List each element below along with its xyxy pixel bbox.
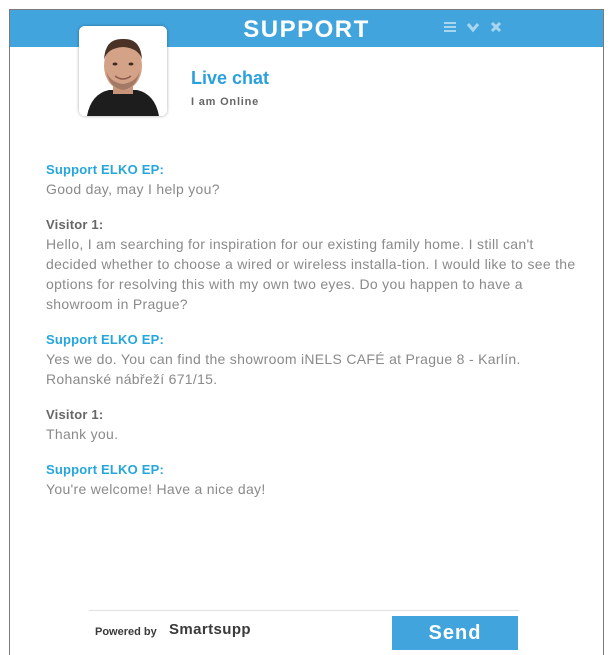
agent-photo (79, 26, 167, 116)
powered-by-label: Powered by (95, 626, 157, 638)
agent-name: Live chat (191, 68, 270, 88)
message: Visitor 1: Hello, I am searching for ins… (46, 216, 576, 314)
footer-divider (89, 610, 519, 611)
message-sender: Support ELKO EP: (46, 462, 165, 477)
message: Support ELKO EP: Yes we do. You can find… (46, 331, 576, 389)
smartsupp-logo[interactable]: Smartsupp (169, 621, 251, 638)
message-sender: Support ELKO EP: (46, 332, 165, 347)
message: Support ELKO EP: Good day, may I help yo… (46, 161, 576, 199)
message-sender: Visitor 1: (46, 217, 104, 232)
message-text: Yes we do. You can find the showroom iNE… (46, 351, 521, 387)
message-text: Hello, I am searching for inspiration fo… (46, 236, 576, 312)
message-sender: Support ELKO EP: (46, 162, 165, 177)
message-sender: Visitor 1: (46, 407, 104, 422)
message: Support ELKO EP: You're welcome! Have a … (46, 461, 576, 499)
header-controls (443, 20, 503, 38)
chat-widget: SUPPORT Live chat I am Online Support EL… (9, 9, 604, 655)
agent-status: I am Online (191, 96, 260, 108)
menu-icon[interactable] (443, 20, 457, 34)
message-list: Support ELKO EP: Good day, may I help yo… (46, 161, 576, 516)
message-text: Thank you. (46, 426, 119, 442)
chevron-down-icon[interactable] (466, 20, 480, 34)
message-text: Good day, may I help you? (46, 181, 220, 197)
agent-avatar (79, 26, 167, 116)
message-text: You're welcome! Have a nice day! (46, 481, 266, 497)
message: Visitor 1: Thank you. (46, 406, 576, 444)
send-button[interactable]: Send (392, 616, 518, 650)
close-icon[interactable] (489, 20, 503, 34)
